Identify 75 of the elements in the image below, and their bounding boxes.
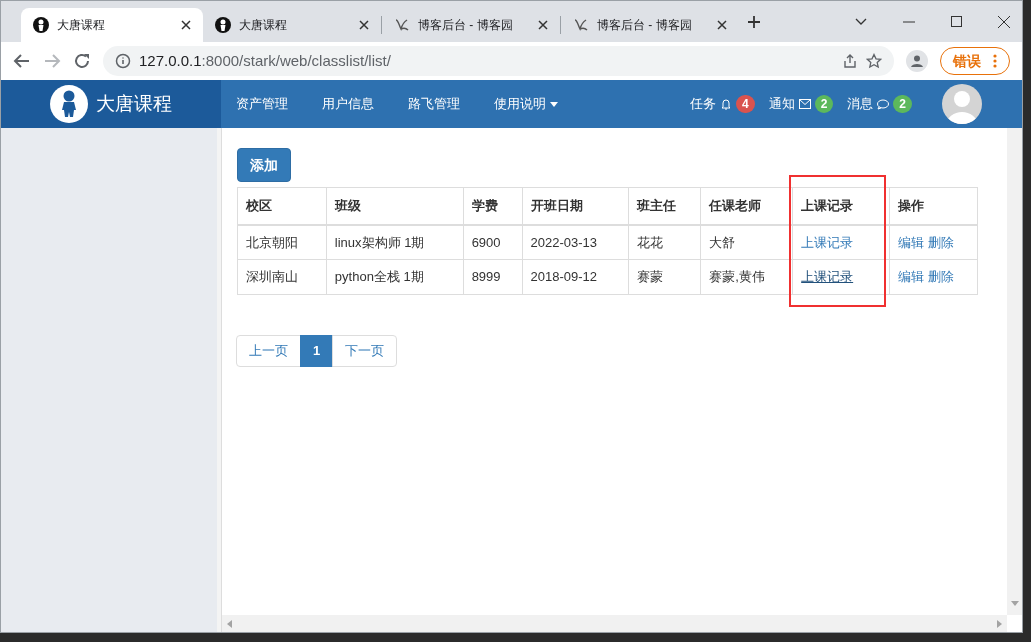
table-cell: 赛蒙,黄伟 [700,259,793,295]
add-button[interactable]: 添加 [237,148,291,182]
tab-title: 博客后台 - 博客园 [597,17,693,34]
table-cell: python全栈 1期 [326,259,464,295]
tab-title: 博客后台 - 博客园 [418,17,514,34]
info-icon[interactable] [115,53,131,69]
action-link[interactable]: 删除 [927,269,954,285]
envelope-icon [798,99,811,109]
column-header: 任课老师 [700,187,793,225]
column-header: 班主任 [628,187,701,225]
kid-icon [50,85,88,123]
action-link[interactable]: 编辑 [898,234,924,250]
count-badge: 2 [893,95,912,113]
column-header: 班级 [326,187,464,225]
swirl-icon [573,17,589,33]
tab-title: 大唐课程 [239,17,288,34]
column-header: 操作 [889,187,978,225]
column-header: 校区 [237,187,327,225]
notice-link[interactable]: 通知 [768,94,795,114]
kid-icon [33,17,49,33]
chevron-down-icon[interactable] [855,17,867,26]
address-bar[interactable]: 127.0.0.1:8000/stark/web/classlist/list/ [103,46,894,76]
browser-tab[interactable]: 大唐课程 [21,8,203,42]
notice-link[interactable]: 消息 [847,94,874,114]
star-icon[interactable] [866,53,882,69]
close-icon[interactable] [998,15,1010,28]
nav-link[interactable]: 路飞管理 [408,94,460,114]
avatar-icon[interactable] [942,84,982,124]
table-cell: 大舒 [700,224,793,260]
new-tab-icon[interactable] [747,14,761,29]
nav-link[interactable]: 用户信息 [322,94,374,114]
tab-title: 大唐课程 [57,17,106,34]
vertical-scrollbar[interactable] [1007,128,1022,615]
table-cell: 花花 [628,224,701,260]
page-button[interactable]: 1 [300,335,334,367]
profile-icon[interactable] [906,50,928,72]
close-icon[interactable] [359,20,369,30]
maximize-icon[interactable] [951,16,962,27]
kid-icon [215,17,231,33]
page-button[interactable]: 下一页 [332,335,398,367]
notice-link[interactable]: 任务 [689,94,716,114]
column-header: 开班日期 [522,187,629,225]
count-badge: 4 [735,95,755,113]
table-cell: 2022-03-13 [522,224,629,260]
nav-link[interactable]: 资产管理 [236,94,288,114]
url-text: 127.0.0.1:8000/stark/web/classlist/list/ [139,50,392,71]
close-icon[interactable] [181,20,191,30]
action-link[interactable]: 删除 [927,234,954,250]
column-header: 学费 [463,187,523,225]
reload-icon[interactable] [73,52,91,70]
browser-tab[interactable]: 博客后台 - 博客园 [561,8,739,42]
nav-link[interactable]: 使用说明 [494,94,558,114]
page-button[interactable]: 上一页 [236,335,301,367]
minimize-icon[interactable] [903,20,915,23]
table-cell: 6900 [463,224,523,260]
action-link[interactable]: 编辑 [898,269,924,285]
table-cell: linux架构师 1期 [326,224,464,260]
count-badge: 2 [814,95,834,113]
brand-title[interactable]: 大唐课程 [96,89,172,119]
swirl-icon [394,17,410,33]
close-icon[interactable] [538,20,548,30]
column-header: 上课记录 [792,187,890,225]
browser-tab[interactable]: 博客后台 - 博客园 [382,8,560,42]
bell-icon [719,98,732,110]
table-cell: 8999 [463,259,523,295]
table-cell: 北京朝阳 [237,224,327,260]
table-cell: 赛蒙 [628,259,701,295]
browser-tab[interactable]: 大唐课程 [203,8,381,42]
close-icon[interactable] [717,20,727,30]
back-icon[interactable] [13,52,31,70]
table-cell: 2018-09-12 [522,259,629,295]
chat-icon [877,98,890,110]
more-icon[interactable] [993,54,997,68]
table-cell: 深圳南山 [237,259,327,295]
share-icon[interactable] [842,53,858,69]
